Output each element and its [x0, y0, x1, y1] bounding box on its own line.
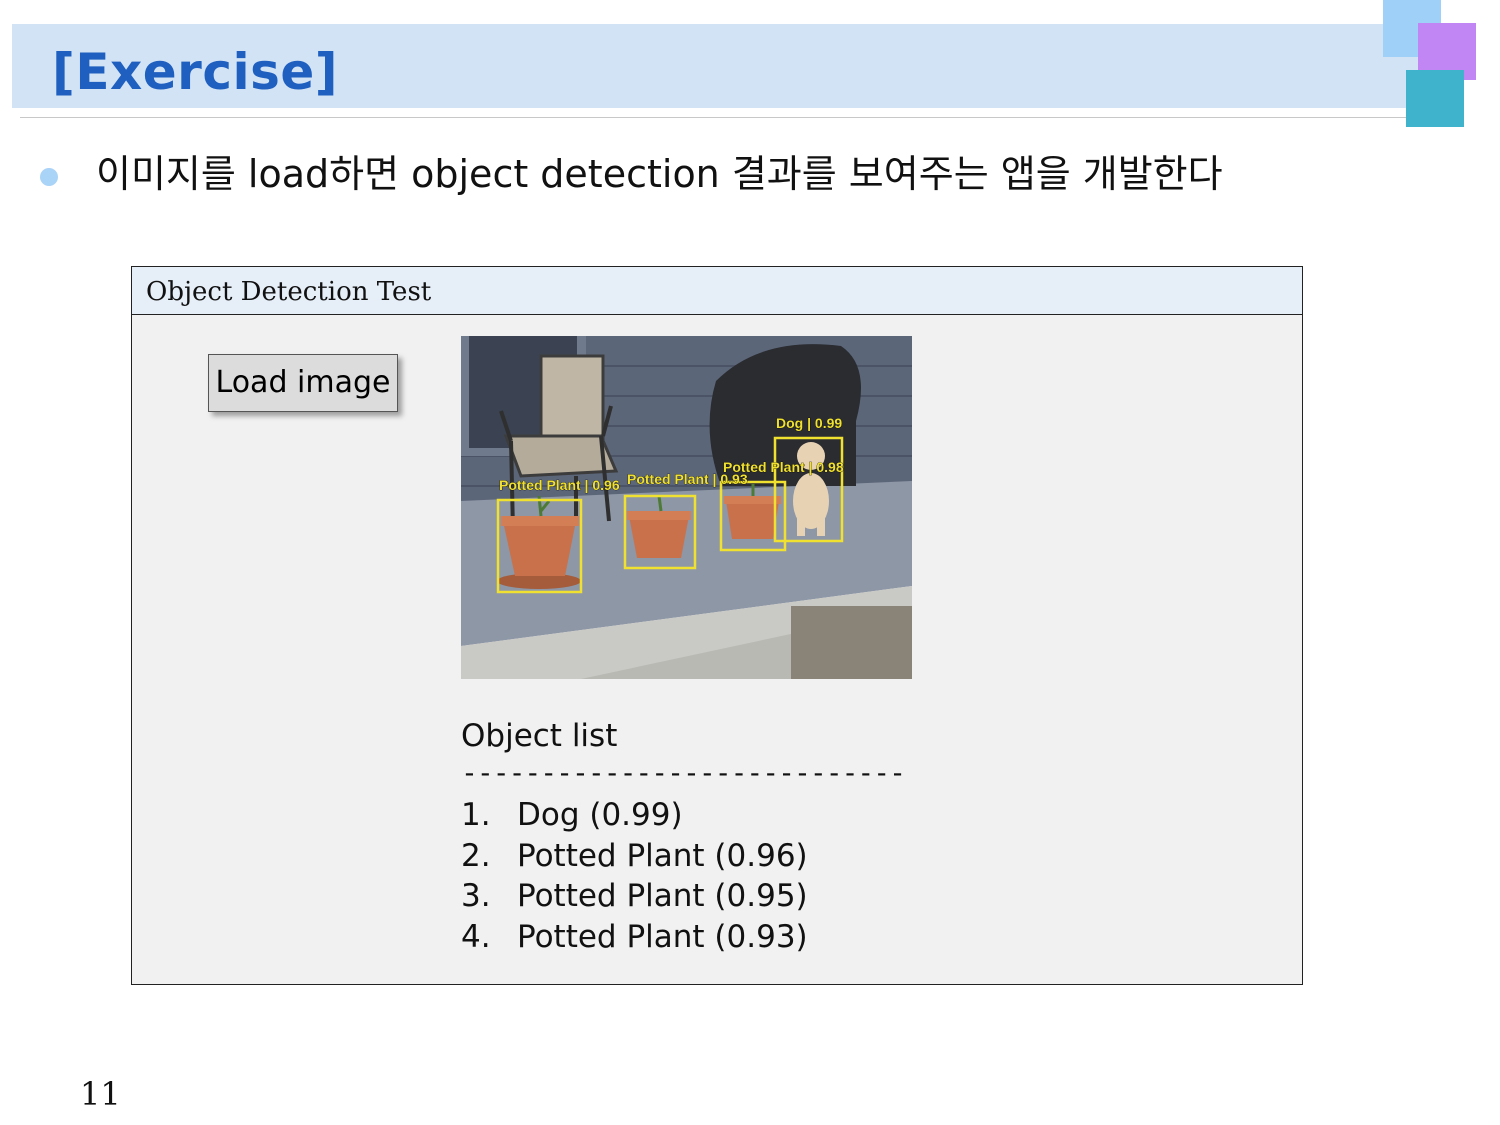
list-item: 2. Potted Plant (0.96) [461, 836, 808, 877]
bbox-label: Dog | 0.99 [776, 415, 842, 431]
list-item: 4. Potted Plant (0.93) [461, 917, 808, 958]
load-image-button[interactable]: Load image [208, 354, 398, 412]
bbox-label: Potted Plant | 0.96 [499, 477, 620, 493]
title-divider [20, 117, 1432, 118]
list-item-text: Potted Plant (0.93) [517, 918, 808, 955]
decor-square-teal [1406, 70, 1464, 127]
page-number: 11 [80, 1075, 121, 1113]
object-list-title: Object list [461, 718, 618, 754]
slide-title: [Exercise] [52, 43, 339, 101]
list-item-number: 3. [461, 878, 491, 914]
list-item: 1. Dog (0.99) [461, 795, 808, 836]
list-item-number: 4. [461, 918, 491, 955]
app-window: Object Detection Test Load image Dog | 0… [131, 266, 1303, 985]
object-list: 1. Dog (0.99) 2. Potted Plant (0.96) 3. … [461, 795, 808, 957]
list-item-number: 2. [461, 837, 491, 874]
bbox-label: Potted Plant | 0.93 [627, 471, 748, 487]
window-title-bar: Object Detection Test [132, 267, 1302, 315]
list-item-number: 1. [461, 797, 491, 833]
bullet-icon [40, 168, 58, 186]
bullet-text: 이미지를 load하면 object detection 결과를 보여주는 앱을… [96, 152, 1223, 196]
list-item: 3. Potted Plant (0.95) [461, 876, 808, 917]
window-title: Object Detection Test [146, 277, 432, 307]
detection-image: Dog | 0.99 Potted Plant | 0.98 Potted Pl… [461, 336, 912, 679]
list-item-text: Potted Plant (0.95) [517, 878, 808, 914]
list-item-text: Dog (0.99) [517, 797, 683, 833]
object-list-separator: ---------------------------- [461, 756, 906, 789]
list-item-text: Potted Plant (0.96) [517, 837, 808, 874]
